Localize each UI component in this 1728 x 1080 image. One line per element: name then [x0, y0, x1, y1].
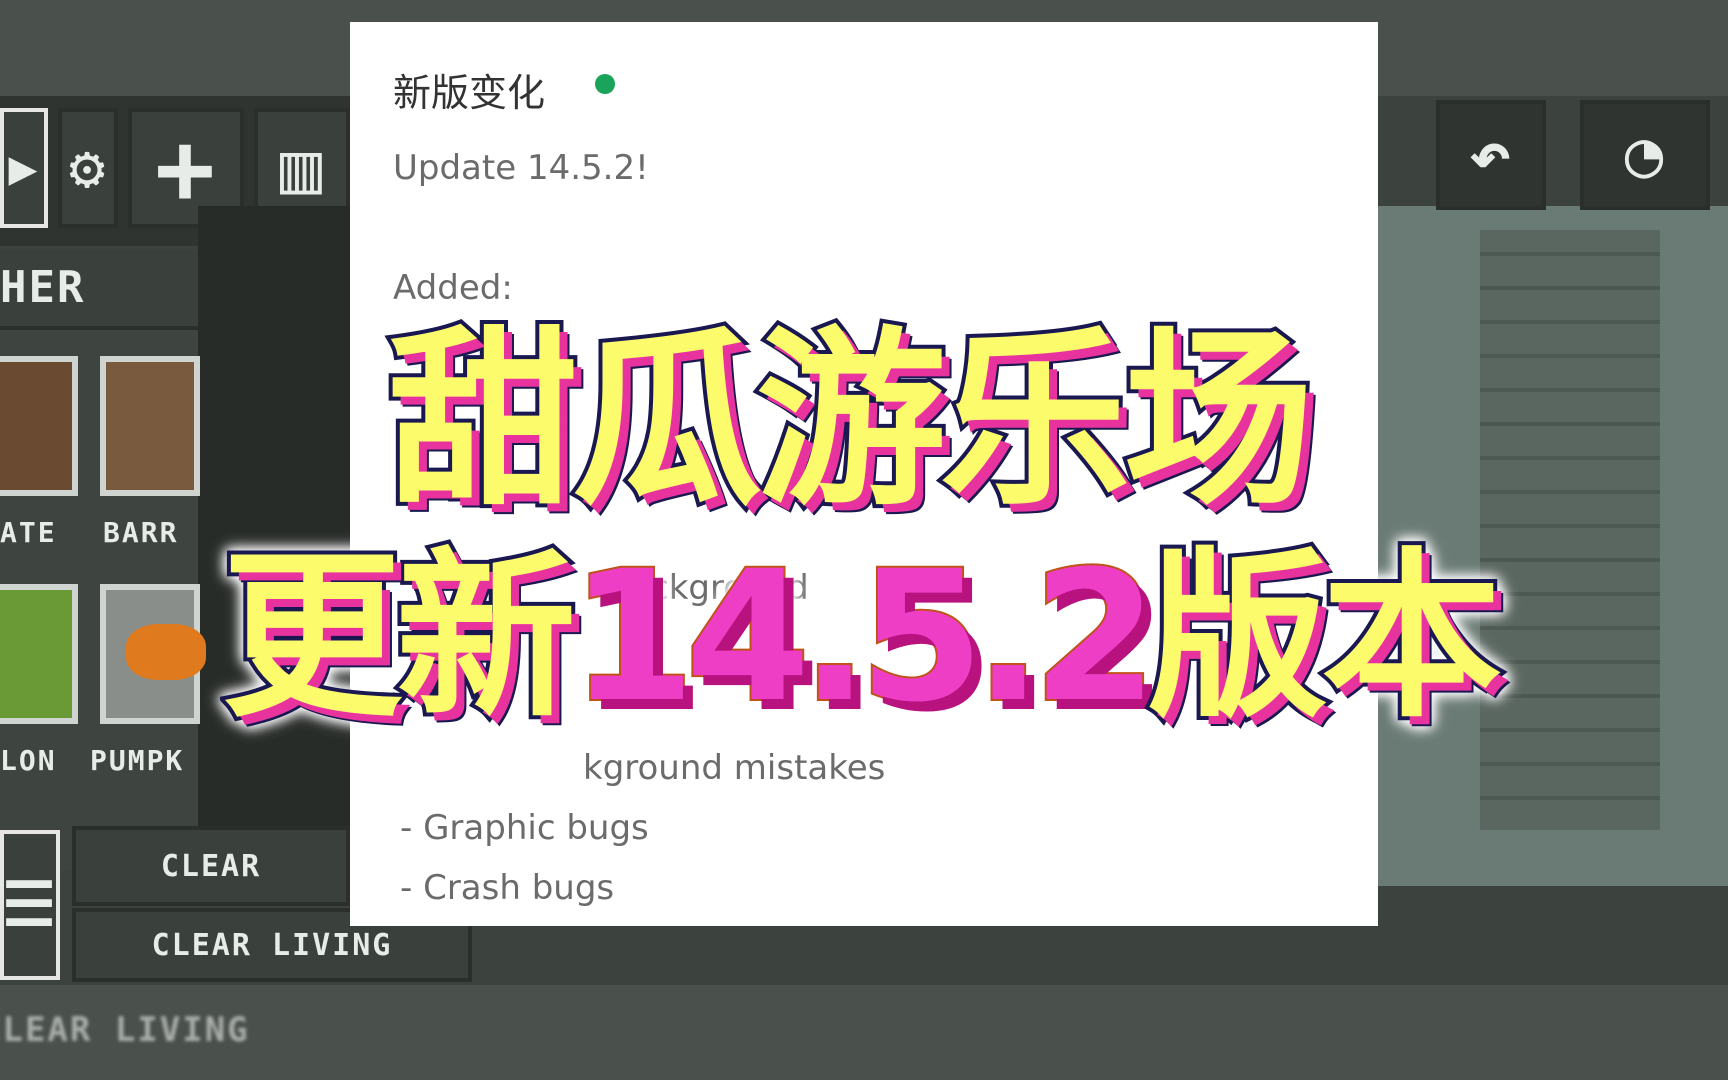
title-line-1: 甜瓜游乐场	[384, 310, 1318, 531]
category-label: HER	[0, 262, 86, 313]
undo-icon[interactable]: ↶	[1436, 100, 1546, 210]
item-label: PUMPK	[90, 744, 185, 777]
status-dot	[595, 74, 615, 94]
gear-icon[interactable]: ⚙	[58, 108, 118, 228]
item-melon[interactable]	[0, 584, 78, 724]
changelog-line: kground mistakes	[583, 748, 886, 788]
item-label: LON	[0, 744, 57, 777]
item-barrel[interactable]	[100, 356, 200, 496]
item-pumpkin[interactable]	[100, 584, 206, 724]
changelog-line: - Graphic bugs	[400, 808, 649, 848]
item-label: ATE	[0, 516, 57, 549]
bottom-bar	[0, 985, 1728, 1080]
changelog-title: 新版变化	[393, 71, 546, 115]
clear-button[interactable]: CLEAR	[72, 826, 350, 906]
item-label: BARR	[103, 516, 179, 549]
title-version: 14.5.2	[568, 533, 1160, 742]
added-label: Added:	[393, 268, 513, 308]
item-crate[interactable]	[0, 356, 78, 496]
menu-button[interactable]: ☰	[0, 830, 60, 980]
changelog-line: - Crash bugs	[400, 868, 615, 908]
play-icon[interactable]: ▶	[0, 108, 48, 228]
title-line-2: 更新14.5.2版本	[218, 544, 1506, 732]
slow-motion-icon[interactable]: ◔	[1580, 100, 1710, 210]
version-line: Update 14.5.2!	[393, 148, 649, 188]
title-update: 更新	[218, 533, 580, 742]
clear-living-blurred: CLEAR LIVING	[0, 1010, 250, 1050]
title-edition: 版本	[1144, 533, 1506, 742]
brick-wall	[1480, 230, 1660, 830]
